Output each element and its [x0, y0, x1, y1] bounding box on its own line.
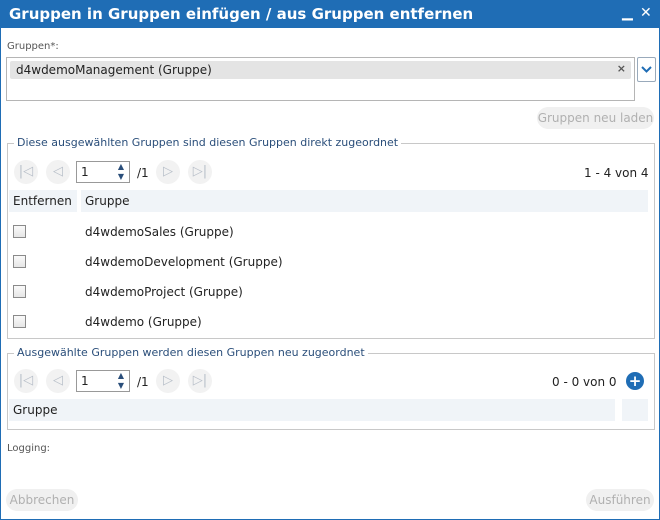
selected-group-tag: d4wdemoManagement (Gruppe) ×: [10, 61, 631, 79]
logging-label: Logging:: [7, 443, 51, 454]
table-row-group: d4wdemoDevelopment (Gruppe): [85, 255, 283, 269]
first-page-button[interactable]: |◁: [14, 369, 38, 393]
groups-dropdown-button[interactable]: [637, 57, 656, 82]
last-page-button[interactable]: ▷|: [188, 369, 212, 393]
table-row-group: d4wdemoSales (Gruppe): [85, 225, 234, 239]
page-count-label: /1: [137, 166, 149, 180]
page-number-value: 1: [81, 165, 89, 179]
column-header-group[interactable]: Gruppe: [9, 399, 615, 421]
plus-circle-icon[interactable]: +: [626, 372, 644, 390]
groups-label: Gruppen*:: [7, 41, 59, 52]
record-range-label: 0 - 0 von 0: [552, 375, 617, 389]
page-number-value: 1: [81, 374, 89, 388]
column-header-group[interactable]: Gruppe: [81, 190, 648, 212]
spin-up-icon[interactable]: ▲: [114, 371, 128, 381]
cancel-button[interactable]: Abbrechen: [6, 489, 78, 511]
window-titlebar: Gruppen in Gruppen einfügen / aus Gruppe…: [0, 0, 660, 28]
prev-page-button[interactable]: ◁: [46, 369, 70, 393]
record-range-label: 1 - 4 von 4: [584, 166, 649, 180]
first-page-button[interactable]: |◁: [14, 160, 38, 184]
minus-icon[interactable]: ▁: [622, 5, 633, 21]
close-icon[interactable]: ✕: [640, 5, 652, 21]
spin-down-icon[interactable]: ▼: [114, 381, 128, 391]
prev-page-button[interactable]: ◁: [46, 160, 70, 184]
remove-checkbox[interactable]: [13, 285, 26, 298]
execute-button[interactable]: Ausführen: [586, 489, 654, 511]
page-count-label: /1: [137, 375, 149, 389]
chevron-down-icon: [641, 66, 652, 73]
table-row-group: d4wdemoProject (Gruppe): [85, 285, 243, 299]
page-number-input[interactable]: 1 ▲ ▼: [76, 161, 130, 183]
next-page-button[interactable]: ▷: [156, 369, 180, 393]
reload-groups-button[interactable]: Gruppen neu laden: [537, 107, 654, 129]
next-page-button[interactable]: ▷: [156, 160, 180, 184]
table-row-group: d4wdemo (Gruppe): [85, 315, 202, 329]
spin-up-icon[interactable]: ▲: [114, 162, 128, 172]
spin-down-icon[interactable]: ▼: [114, 172, 128, 182]
tag-remove-icon[interactable]: ×: [617, 62, 626, 75]
last-page-button[interactable]: ▷|: [188, 160, 212, 184]
window-title: Gruppen in Gruppen einfügen / aus Gruppe…: [9, 5, 474, 23]
new-section-legend: Ausgewählte Gruppen werden diesen Gruppe…: [14, 346, 368, 359]
column-header-remove[interactable]: Entfernen: [9, 190, 77, 212]
remove-checkbox[interactable]: [13, 255, 26, 268]
groups-tag-input[interactable]: d4wdemoManagement (Gruppe) ×: [6, 57, 635, 101]
selected-group-tag-label: d4wdemoManagement (Gruppe): [16, 63, 212, 77]
assigned-section-legend: Diese ausgewählten Gruppen sind diesen G…: [14, 136, 402, 149]
page-number-input[interactable]: 1 ▲ ▼: [76, 370, 130, 392]
column-header-actions: [622, 399, 648, 421]
remove-checkbox[interactable]: [13, 315, 26, 328]
remove-checkbox[interactable]: [13, 225, 26, 238]
